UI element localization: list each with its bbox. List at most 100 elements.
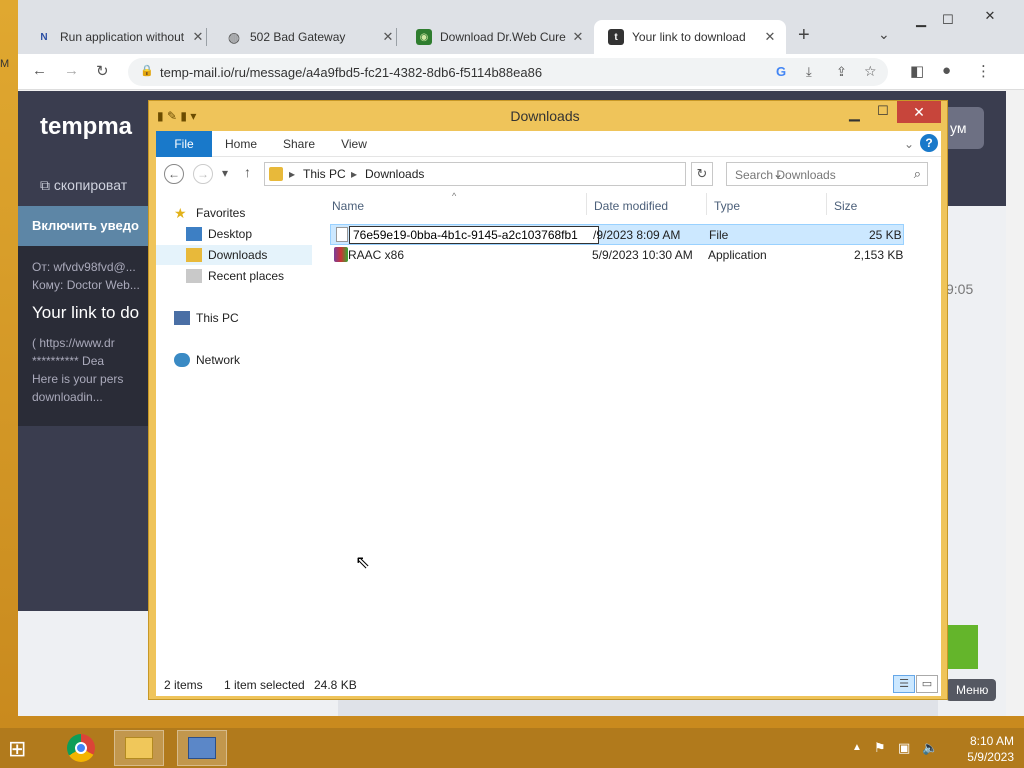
forward-icon[interactable]: →: [193, 164, 213, 184]
close-tab-icon[interactable]: ✕: [570, 29, 586, 45]
globe-icon: ◍: [227, 28, 241, 45]
new-tab-button[interactable]: +: [798, 24, 810, 47]
maximize-icon[interactable]: ☐: [942, 12, 954, 28]
tab-share[interactable]: Share: [278, 131, 320, 157]
enable-notifications-banner[interactable]: Включить уведо: [18, 206, 158, 246]
column-header-type[interactable]: Type: [714, 199, 740, 213]
file-row[interactable]: RAAC x86 5/9/2023 10:30 AM Application 2…: [330, 245, 904, 266]
volume-muted-icon[interactable]: 🔈: [922, 740, 938, 756]
file-explorer-icon: [125, 737, 153, 759]
tab-file[interactable]: File: [156, 131, 212, 157]
tab-view[interactable]: View: [336, 131, 372, 157]
minimize-icon[interactable]: ▁: [916, 12, 926, 28]
mail-to: Кому: Doctor Web...: [32, 278, 140, 292]
breadcrumb-downloads[interactable]: Downloads: [365, 167, 424, 181]
show-hidden-icons-chevron-icon[interactable]: ▲: [852, 742, 862, 753]
share-icon[interactable]: ⇪: [836, 64, 847, 80]
maximize-icon[interactable]: ☐: [877, 103, 889, 119]
explorer-window: ▮ ✎ ▮ ▾ Downloads ▁ ☐ ✕ File Home Share …: [148, 100, 948, 700]
nav-desktop[interactable]: Desktop: [186, 224, 252, 244]
desktop-edge-text: M: [0, 58, 10, 70]
back-icon[interactable]: ←: [32, 62, 47, 79]
copy-icon: ⧉: [40, 177, 54, 193]
expand-ribbon-chevron-icon[interactable]: ⌄: [904, 137, 914, 151]
column-divider[interactable]: [706, 193, 707, 215]
browser-tab-4[interactable]: t Your link to download ✕: [594, 20, 786, 54]
close-window-icon[interactable]: ✕: [897, 101, 941, 123]
breadcrumb-this-pc[interactable]: This PC: [303, 167, 346, 181]
back-icon[interactable]: ←: [164, 164, 184, 184]
column-divider[interactable]: [586, 193, 587, 215]
refresh-icon[interactable]: ↻: [691, 162, 713, 186]
tab-strip: N Run application without ✕ ◍ 502 Bad Ga…: [18, 0, 1024, 54]
up-arrow-icon[interactable]: ↑: [244, 164, 251, 180]
mail-body-line: ( https://www.dr: [32, 335, 115, 350]
close-tab-icon[interactable]: ✕: [190, 29, 206, 45]
browser-tab-3[interactable]: ◉ Download Dr.Web Cure ✕: [402, 20, 586, 54]
nav-favorites[interactable]: ★ Favorites: [174, 203, 245, 223]
recent-places-icon: [186, 269, 202, 283]
system-clock[interactable]: 8:10 AM 5/9/2023: [944, 733, 1014, 765]
address-breadcrumb[interactable]: ▸ This PC ▸ Downloads ⌄: [264, 162, 783, 186]
copy-button[interactable]: ⧉ скопироват: [40, 177, 127, 194]
file-type: Application: [708, 248, 767, 262]
menu-kebab-icon[interactable]: ⋮: [976, 62, 991, 80]
column-header-name[interactable]: Name: [332, 199, 364, 213]
reload-icon[interactable]: ↻: [96, 62, 109, 80]
notion-icon: N: [40, 31, 48, 43]
rename-input[interactable]: 76e59e19-0bba-4b1c-9145-a2c103768fb1: [349, 226, 599, 244]
message-card: От: wfvdv98fvd@... Кому: Doctor Web... Y…: [18, 246, 158, 426]
lock-icon[interactable]: 🔒: [140, 64, 154, 77]
start-button-windows-icon[interactable]: ⊞: [8, 736, 26, 762]
mail-body-line: Here is your pers: [32, 371, 124, 386]
nav-downloads[interactable]: Downloads: [156, 245, 312, 265]
file-size: 25 KB: [869, 228, 902, 242]
search-box[interactable]: Search Downloads ⌕: [726, 162, 928, 186]
details-view-icon[interactable]: ☰: [893, 675, 915, 693]
page-dark-panel: [18, 426, 158, 611]
item-count: 2 items: [164, 678, 203, 692]
file-date: /9/2023 8:09 AM: [593, 228, 681, 242]
column-header-size[interactable]: Size: [834, 199, 857, 213]
bookmark-star-icon[interactable]: ☆: [864, 63, 877, 80]
large-icons-view-icon[interactable]: ▭: [916, 675, 938, 693]
explorer-taskbar-button[interactable]: [114, 730, 164, 766]
mail-body-line: downloadin...: [32, 389, 103, 404]
message-time: 9:05: [946, 281, 974, 297]
action-center-flag-icon[interactable]: ⚑: [874, 740, 886, 756]
nav-recent-places[interactable]: Recent places: [186, 266, 284, 286]
column-header-date[interactable]: Date modified: [594, 199, 668, 213]
address-bar[interactable]: 🔒 temp-mail.io/ru/message/a4a9fbd5-fc21-…: [128, 58, 888, 86]
explorer-titlebar: ▮ ✎ ▮ ▾ Downloads ▁ ☐ ✕: [149, 101, 947, 131]
computer-icon: [188, 737, 216, 759]
search-input[interactable]: Search Downloads: [735, 168, 836, 182]
chrome-taskbar-button[interactable]: [56, 730, 106, 766]
forward-icon[interactable]: →: [64, 62, 79, 79]
tab-search-chevron-icon[interactable]: ⌄: [878, 26, 890, 43]
file-type: File: [709, 228, 729, 242]
side-panel-icon[interactable]: ◧: [910, 62, 924, 80]
close-tab-icon[interactable]: ✕: [762, 29, 778, 45]
network-icon[interactable]: ▣: [898, 740, 910, 756]
close-window-icon[interactable]: ✕: [968, 8, 1012, 32]
breadcrumb-separator-icon[interactable]: ▸: [289, 167, 295, 181]
url-text[interactable]: temp-mail.io/ru/message/a4a9fbd5-fc21-43…: [160, 65, 542, 80]
breadcrumb-separator-icon[interactable]: ▸: [351, 167, 357, 181]
tab-home[interactable]: Home: [220, 131, 262, 157]
recent-locations-chevron-icon[interactable]: ▾: [222, 166, 228, 180]
install-icon[interactable]: ⤓: [806, 64, 812, 80]
minimize-icon[interactable]: ▁: [849, 105, 860, 122]
help-icon[interactable]: ?: [920, 134, 938, 152]
site-logo[interactable]: tempma: [40, 113, 132, 141]
menu-button[interactable]: Меню: [946, 679, 996, 701]
profile-icon[interactable]: ●: [942, 62, 951, 79]
nav-this-pc[interactable]: This PC: [174, 308, 239, 328]
remote-desktop-taskbar-button[interactable]: [177, 730, 227, 766]
nav-network[interactable]: Network: [174, 350, 240, 370]
close-tab-icon[interactable]: ✕: [380, 29, 396, 45]
browser-tab-1[interactable]: N Run application without ✕: [22, 20, 207, 54]
file-row-selected[interactable]: 76e59e19-0bba-4b1c-9145-a2c103768fb1 /9/…: [330, 224, 904, 245]
column-divider[interactable]: [826, 193, 827, 215]
browser-tab-2[interactable]: ◍ 502 Bad Gateway ✕: [212, 20, 397, 54]
google-translate-icon[interactable]: G: [776, 64, 786, 79]
